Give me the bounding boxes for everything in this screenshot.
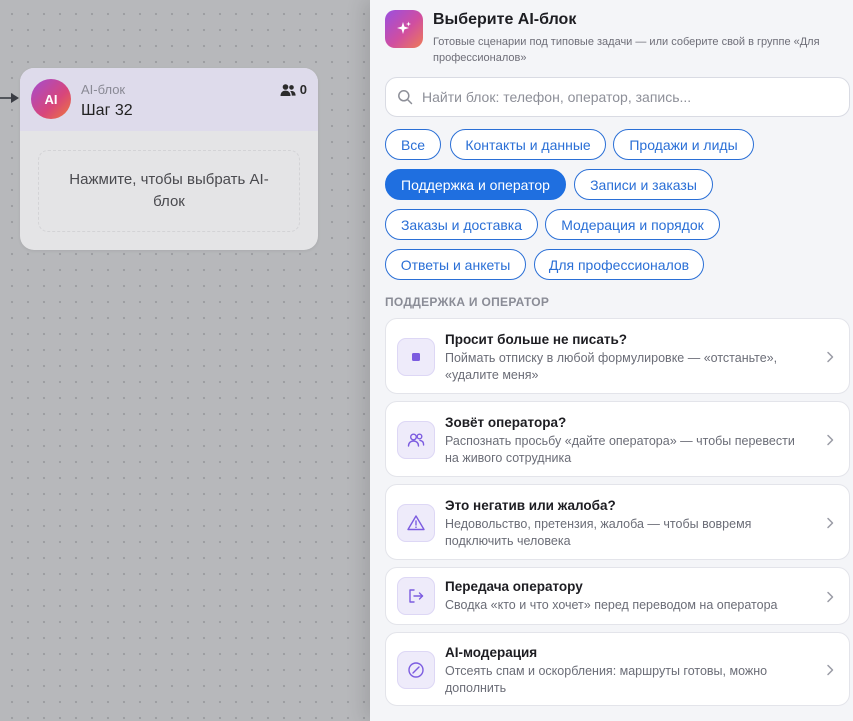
node-users-counter: 0 (280, 82, 307, 97)
connector-arrow (0, 93, 19, 103)
users-icon (397, 421, 435, 459)
chevron-right-icon (827, 517, 834, 529)
ai-block-picker-panel: Выберите AI-блок Готовые сценарии под ти… (370, 0, 853, 721)
card-title: Зовёт оператора? (445, 415, 567, 430)
chevron-right-icon (827, 591, 834, 603)
block-card-unsubscribe[interactable]: Просит больше не писать? Поймать отписку… (385, 318, 850, 394)
flow-canvas[interactable]: AI AI-блок Шаг 32 0 Нажмите, чтобы выбра… (0, 0, 370, 721)
card-title: Просит больше не писать? (445, 332, 628, 347)
block-card-ai-moderation[interactable]: AI-модерация Отсеять спам и оскорбления:… (385, 632, 850, 706)
block-card-complaint[interactable]: Это негатив или жалоба? Недовольство, пр… (385, 484, 850, 560)
stop-square-icon (397, 338, 435, 376)
card-title: AI-модерация (445, 645, 538, 660)
chevron-right-icon (827, 434, 834, 446)
chevron-right-icon (827, 664, 834, 676)
sparkle-icon (385, 10, 423, 48)
node-users-count: 0 (299, 82, 307, 97)
card-description: Сводка «кто и что хочет» перед переводом… (445, 598, 778, 612)
card-title: Передача оператору (445, 579, 583, 594)
users-icon (280, 83, 296, 96)
filter-chip-professionals[interactable]: Для профессионалов (534, 249, 704, 280)
filter-chip-moderation[interactable]: Модерация и порядок (545, 209, 720, 240)
handoff-icon (397, 577, 435, 615)
select-block-placeholder[interactable]: Нажмите, чтобы выбрать AI-блок (38, 150, 300, 232)
section-label: ПОДДЕРЖКА И ОПЕРАТОР (385, 295, 550, 309)
filter-chip-all[interactable]: Все (385, 129, 441, 160)
search-input[interactable] (422, 78, 839, 116)
panel-header: Выберите AI-блок Готовые сценарии под ти… (385, 10, 847, 66)
card-title: Это негатив или жалоба? (445, 498, 616, 513)
block-card-call-operator[interactable]: Зовёт оператора? Распознать просьбу «дай… (385, 401, 850, 477)
card-description: Недовольство, претензия, жалоба — чтобы … (445, 517, 752, 548)
chevron-right-icon (827, 351, 834, 363)
block-circle-icon (397, 651, 435, 689)
block-card-handoff[interactable]: Передача оператору Сводка «кто и что хоч… (385, 567, 850, 625)
node-header: AI AI-блок Шаг 32 0 (20, 68, 318, 131)
search-box[interactable] (385, 77, 850, 117)
node-title: Шаг 32 (81, 102, 133, 119)
filter-chip-contacts[interactable]: Контакты и данные (450, 129, 606, 160)
panel-title: Выберите AI-блок (433, 11, 577, 28)
node-type-label: AI-блок (81, 82, 126, 97)
filter-chip-support[interactable]: Поддержка и оператор (385, 169, 566, 200)
filter-chip-delivery[interactable]: Заказы и доставка (385, 209, 538, 240)
node-avatar: AI (31, 79, 71, 119)
card-description: Отсеять спам и оскорбления: маршруты гот… (445, 664, 768, 695)
card-description: Поймать отписку в любой формулировке — «… (445, 351, 778, 382)
panel-subtitle: Готовые сценарии под типовые задачи — ил… (433, 36, 820, 64)
filter-chip-answers[interactable]: Ответы и анкеты (385, 249, 526, 280)
filter-chip-sales[interactable]: Продажи и лиды (613, 129, 754, 160)
search-icon (398, 90, 413, 105)
card-description: Распознать просьбу «дайте оператора» — ч… (445, 434, 795, 465)
filter-chip-bookings[interactable]: Записи и заказы (574, 169, 713, 200)
warning-triangle-icon (397, 504, 435, 542)
ai-block-node[interactable]: AI AI-блок Шаг 32 0 Нажмите, чтобы выбра… (20, 68, 318, 250)
